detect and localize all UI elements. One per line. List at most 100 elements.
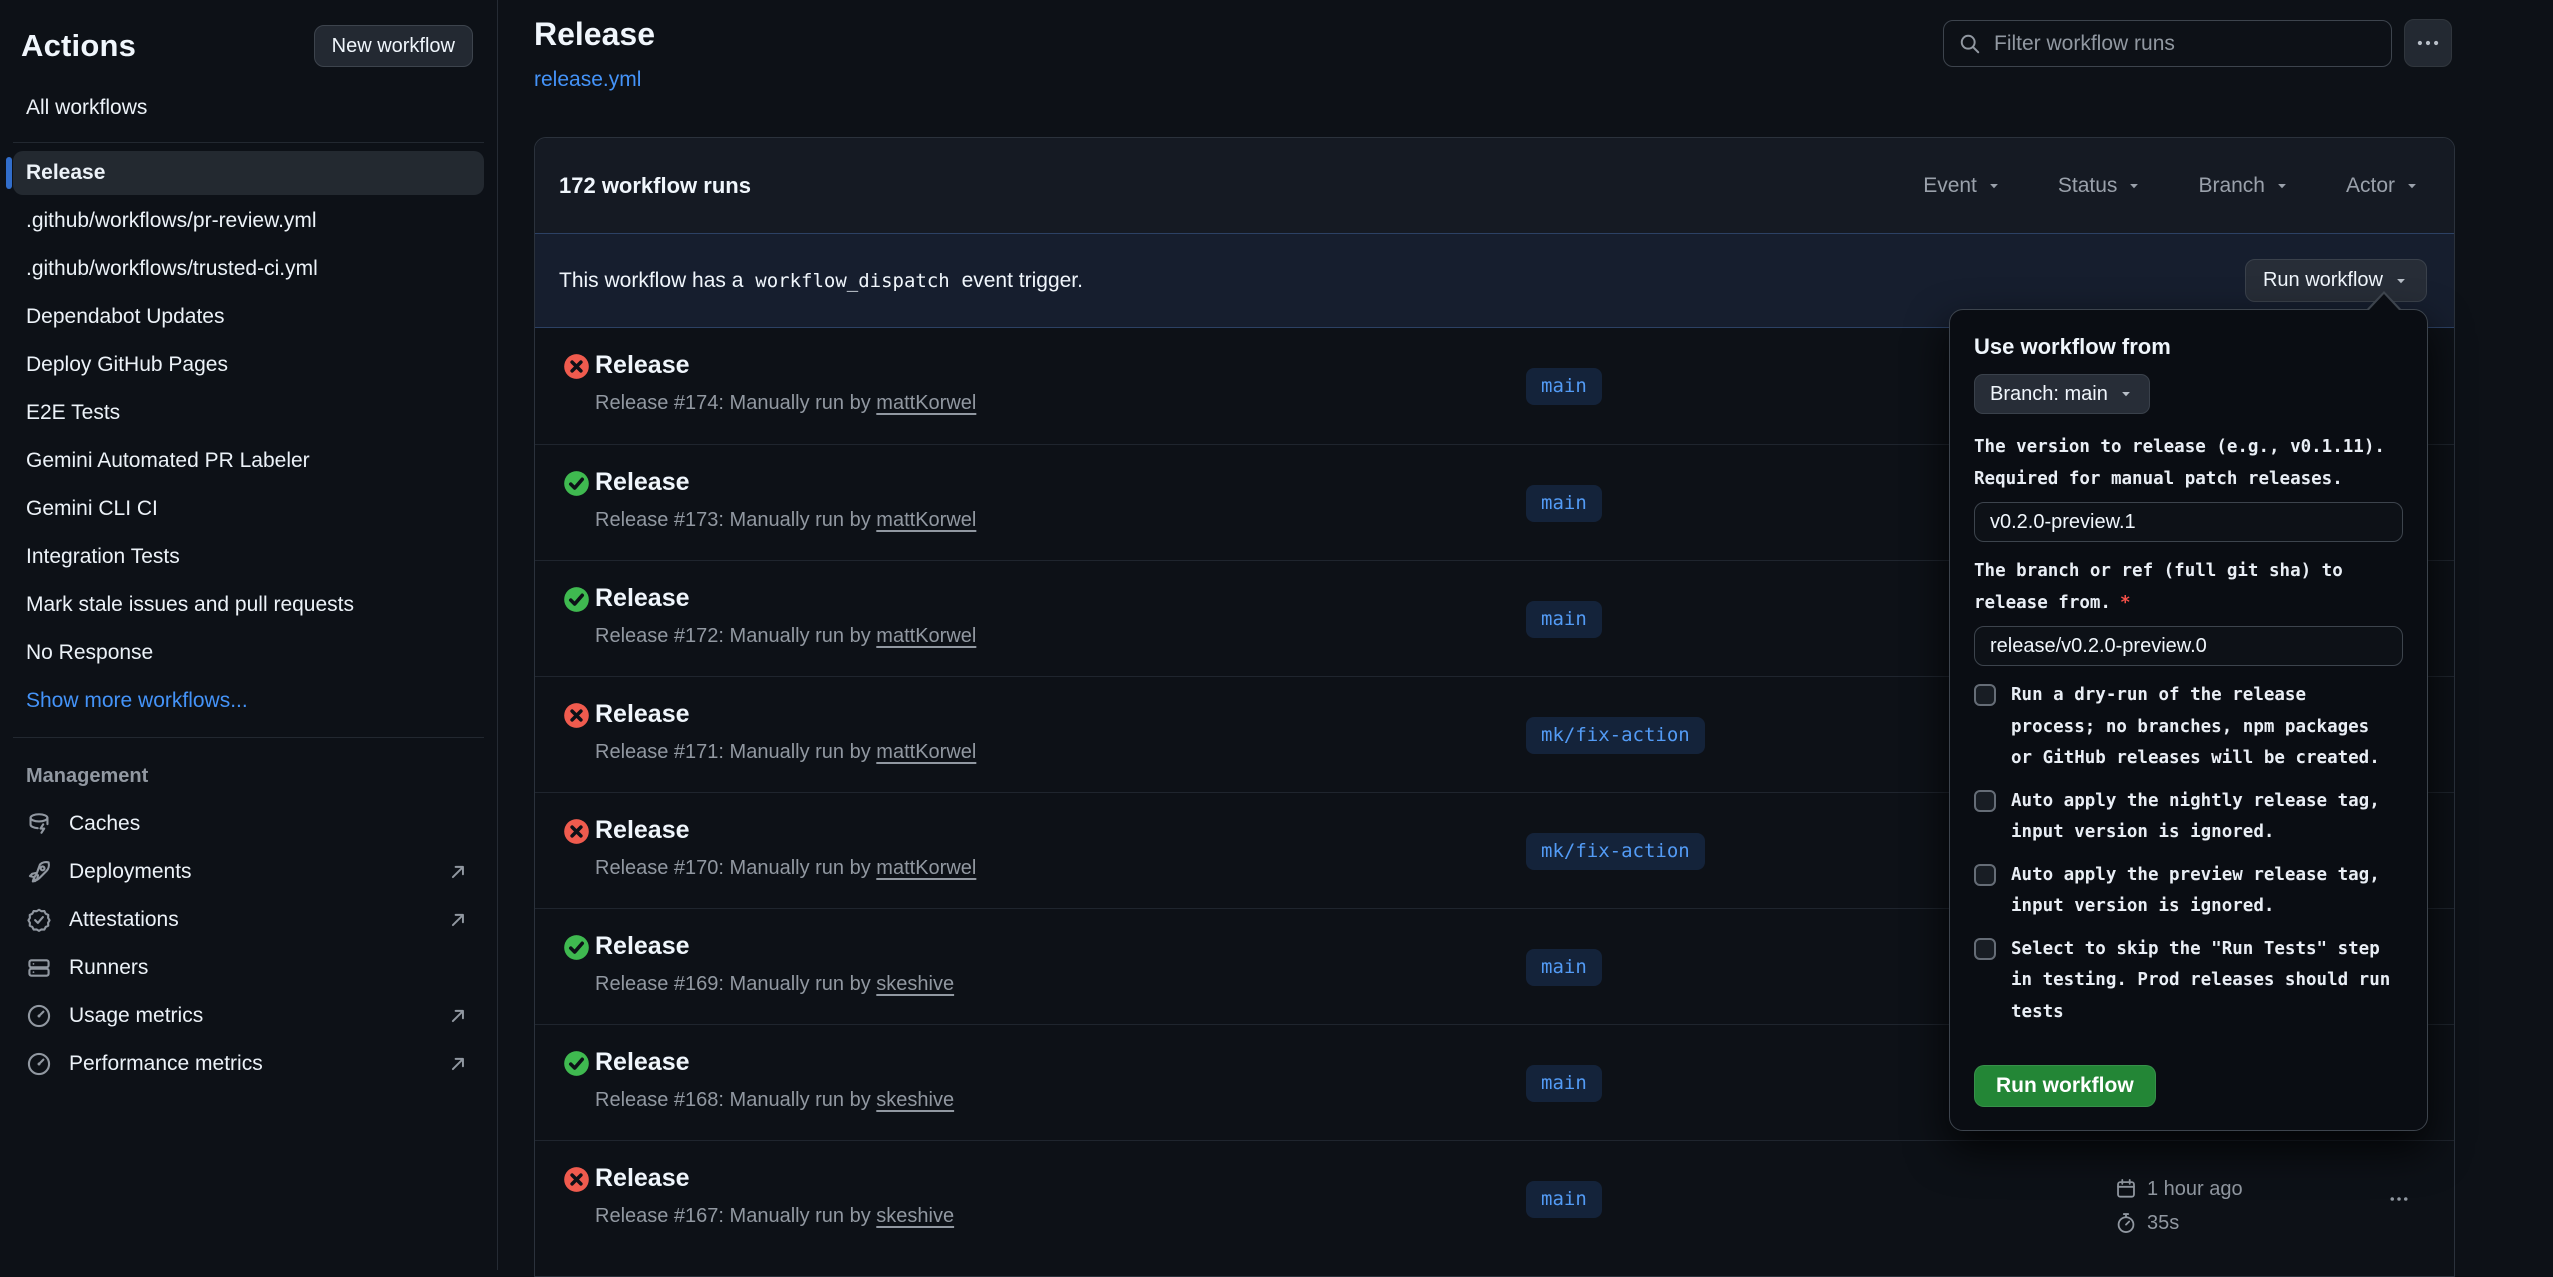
dialog-checkbox-row[interactable]: Auto apply the nightly release tag, inpu… <box>1974 786 2403 849</box>
sidebar-management-item[interactable]: Usage metrics <box>13 992 484 1040</box>
branch-chip[interactable]: mk/fix-action <box>1526 717 1705 754</box>
run-title-link[interactable]: Release <box>595 1164 690 1193</box>
actor-link[interactable]: mattKorwel <box>876 857 976 879</box>
chevron-down-icon <box>2393 273 2409 289</box>
use-workflow-from-label: Use workflow from <box>1974 334 2403 360</box>
runs-filter-dropdown[interactable]: Status <box>2058 174 2143 198</box>
new-workflow-button[interactable]: New workflow <box>314 25 473 67</box>
run-description: Release #168: Manually run by skeshive <box>595 1089 954 1112</box>
actor-link[interactable]: skeshive <box>876 1205 954 1227</box>
workflow-dispatch-code: workflow_dispatch <box>749 270 955 292</box>
run-title-link[interactable]: Release <box>595 700 690 729</box>
filter-workflow-runs-box[interactable] <box>1943 20 2392 67</box>
checkbox[interactable] <box>1974 790 1996 812</box>
sidebar-management-item[interactable]: Caches <box>13 800 484 848</box>
sidebar-workflow-item[interactable]: Release <box>13 151 484 195</box>
actor-link[interactable]: mattKorwel <box>876 509 976 531</box>
run-title-link[interactable]: Release <box>595 932 690 961</box>
sidebar-workflow-item[interactable]: Integration Tests <box>13 535 484 579</box>
sidebar-item-all-workflows[interactable]: All workflows <box>0 88 497 128</box>
chevron-down-icon <box>2274 178 2290 194</box>
sidebar-workflow-item[interactable]: E2E Tests <box>13 391 484 435</box>
required-asterisk: * <box>2120 593 2131 613</box>
run-title-link[interactable]: Release <box>595 351 690 380</box>
server-icon <box>26 955 52 981</box>
workflow-list: Release .github/workflows/pr-review.yml … <box>0 143 497 723</box>
sidebar-management-item[interactable]: Attestations <box>13 896 484 944</box>
version-help-text: The version to release (e.g., v0.1.11). … <box>1974 432 2403 495</box>
branch-chip[interactable]: mk/fix-action <box>1526 833 1705 870</box>
branch-chip[interactable]: main <box>1526 1181 1602 1218</box>
checkbox[interactable] <box>1974 938 1996 960</box>
meter-icon <box>26 1051 52 1077</box>
run-description: Release #173: Manually run by mattKorwel <box>595 509 976 532</box>
run-title-link[interactable]: Release <box>595 1048 690 1077</box>
version-input[interactable] <box>1974 502 2403 542</box>
sidebar-workflow-item[interactable]: Gemini CLI CI <box>13 487 484 531</box>
dialog-checkbox-list: Run a dry-run of the release process; no… <box>1974 680 2403 1028</box>
verified-icon <box>26 907 52 933</box>
branch-chip[interactable]: main <box>1526 949 1602 986</box>
run-title-link[interactable]: Release <box>595 468 690 497</box>
workflow-file-link[interactable]: release.yml <box>534 68 641 92</box>
calendar-icon <box>2115 1178 2137 1200</box>
sidebar-workflow-item[interactable]: Gemini Automated PR Labeler <box>13 439 484 483</box>
cache-icon <box>26 811 52 837</box>
workflow-run-row[interactable]: Release Release #167: Manually run by sk… <box>535 1140 2454 1256</box>
page-options-kebab-button[interactable] <box>2404 19 2452 67</box>
chevron-down-icon <box>2118 386 2134 402</box>
sidebar-management-item[interactable]: Runners <box>13 944 484 992</box>
runs-filter-dropdown[interactable]: Event <box>1923 174 2002 198</box>
run-title-link[interactable]: Release <box>595 816 690 845</box>
runs-filter-dropdown[interactable]: Branch <box>2198 174 2290 198</box>
dialog-checkbox-row[interactable]: Run a dry-run of the release process; no… <box>1974 680 2403 775</box>
ref-input[interactable] <box>1974 626 2403 666</box>
management-label: Management <box>0 762 497 790</box>
checkbox[interactable] <box>1974 684 1996 706</box>
panel-caret <box>2369 294 2399 310</box>
branch-chip[interactable]: main <box>1526 368 1602 405</box>
run-title-link[interactable]: Release <box>595 584 690 613</box>
run-workflow-submit-button[interactable]: Run workflow <box>1974 1065 2156 1107</box>
branch-chip[interactable]: main <box>1526 1065 1602 1102</box>
branch-chip[interactable]: main <box>1526 601 1602 638</box>
run-options-kebab-button[interactable] <box>2384 1189 2414 1209</box>
sidebar-workflow-item[interactable]: Mark stale issues and pull requests <box>13 583 484 627</box>
failure-status-icon <box>563 818 590 845</box>
runs-filters: Event Status Branch Actor <box>1923 174 2420 198</box>
success-status-icon <box>563 934 590 961</box>
show-more-workflows-link[interactable]: Show more workflows... <box>13 679 484 723</box>
search-icon <box>1958 32 1982 56</box>
chevron-down-icon <box>2126 178 2142 194</box>
runs-filter-dropdown[interactable]: Actor <box>2346 174 2420 198</box>
actions-sidebar: Actions New workflow All workflows Relea… <box>0 0 498 1270</box>
run-description: Release #171: Manually run by mattKorwel <box>595 741 976 764</box>
dispatch-banner-text: This workflow has a workflow_dispatch ev… <box>559 269 1083 293</box>
sidebar-workflow-item[interactable]: .github/workflows/trusted-ci.yml <box>13 247 484 291</box>
run-description: Release #172: Manually run by mattKorwel <box>595 625 976 648</box>
sidebar-workflow-item[interactable]: No Response <box>13 631 484 675</box>
actor-link[interactable]: mattKorwel <box>876 392 976 414</box>
actor-link[interactable]: mattKorwel <box>876 741 976 763</box>
run-description: Release #174: Manually run by mattKorwel <box>595 392 976 415</box>
actor-link[interactable]: skeshive <box>876 973 954 995</box>
dialog-checkbox-row[interactable]: Select to skip the "Run Tests" step in t… <box>1974 934 2403 1029</box>
dialog-checkbox-row[interactable]: Auto apply the preview release tag, inpu… <box>1974 860 2403 923</box>
sidebar-workflow-item[interactable]: Dependabot Updates <box>13 295 484 339</box>
external-link-icon <box>446 1004 470 1028</box>
filter-workflow-runs-input[interactable] <box>1994 32 2377 56</box>
sidebar-workflow-item[interactable]: Deploy GitHub Pages <box>13 343 484 387</box>
rocket-icon <box>26 859 52 885</box>
sidebar-workflow-item[interactable]: .github/workflows/pr-review.yml <box>13 199 484 243</box>
actor-link[interactable]: skeshive <box>876 1089 954 1111</box>
sidebar-management-item[interactable]: Performance metrics <box>13 1040 484 1088</box>
sidebar-management-item[interactable]: Deployments <box>13 848 484 896</box>
branch-selector-button[interactable]: Branch: main <box>1974 374 2150 414</box>
run-meta: 1 hour ago 35s <box>2115 1177 2243 1245</box>
success-status-icon <box>563 1050 590 1077</box>
actor-link[interactable]: mattKorwel <box>876 625 976 647</box>
branch-chip[interactable]: main <box>1526 485 1602 522</box>
run-description: Release #170: Manually run by mattKorwel <box>595 857 976 880</box>
checkbox[interactable] <box>1974 864 1996 886</box>
management-list: Caches Deployments Attestations Runners … <box>0 790 497 1088</box>
